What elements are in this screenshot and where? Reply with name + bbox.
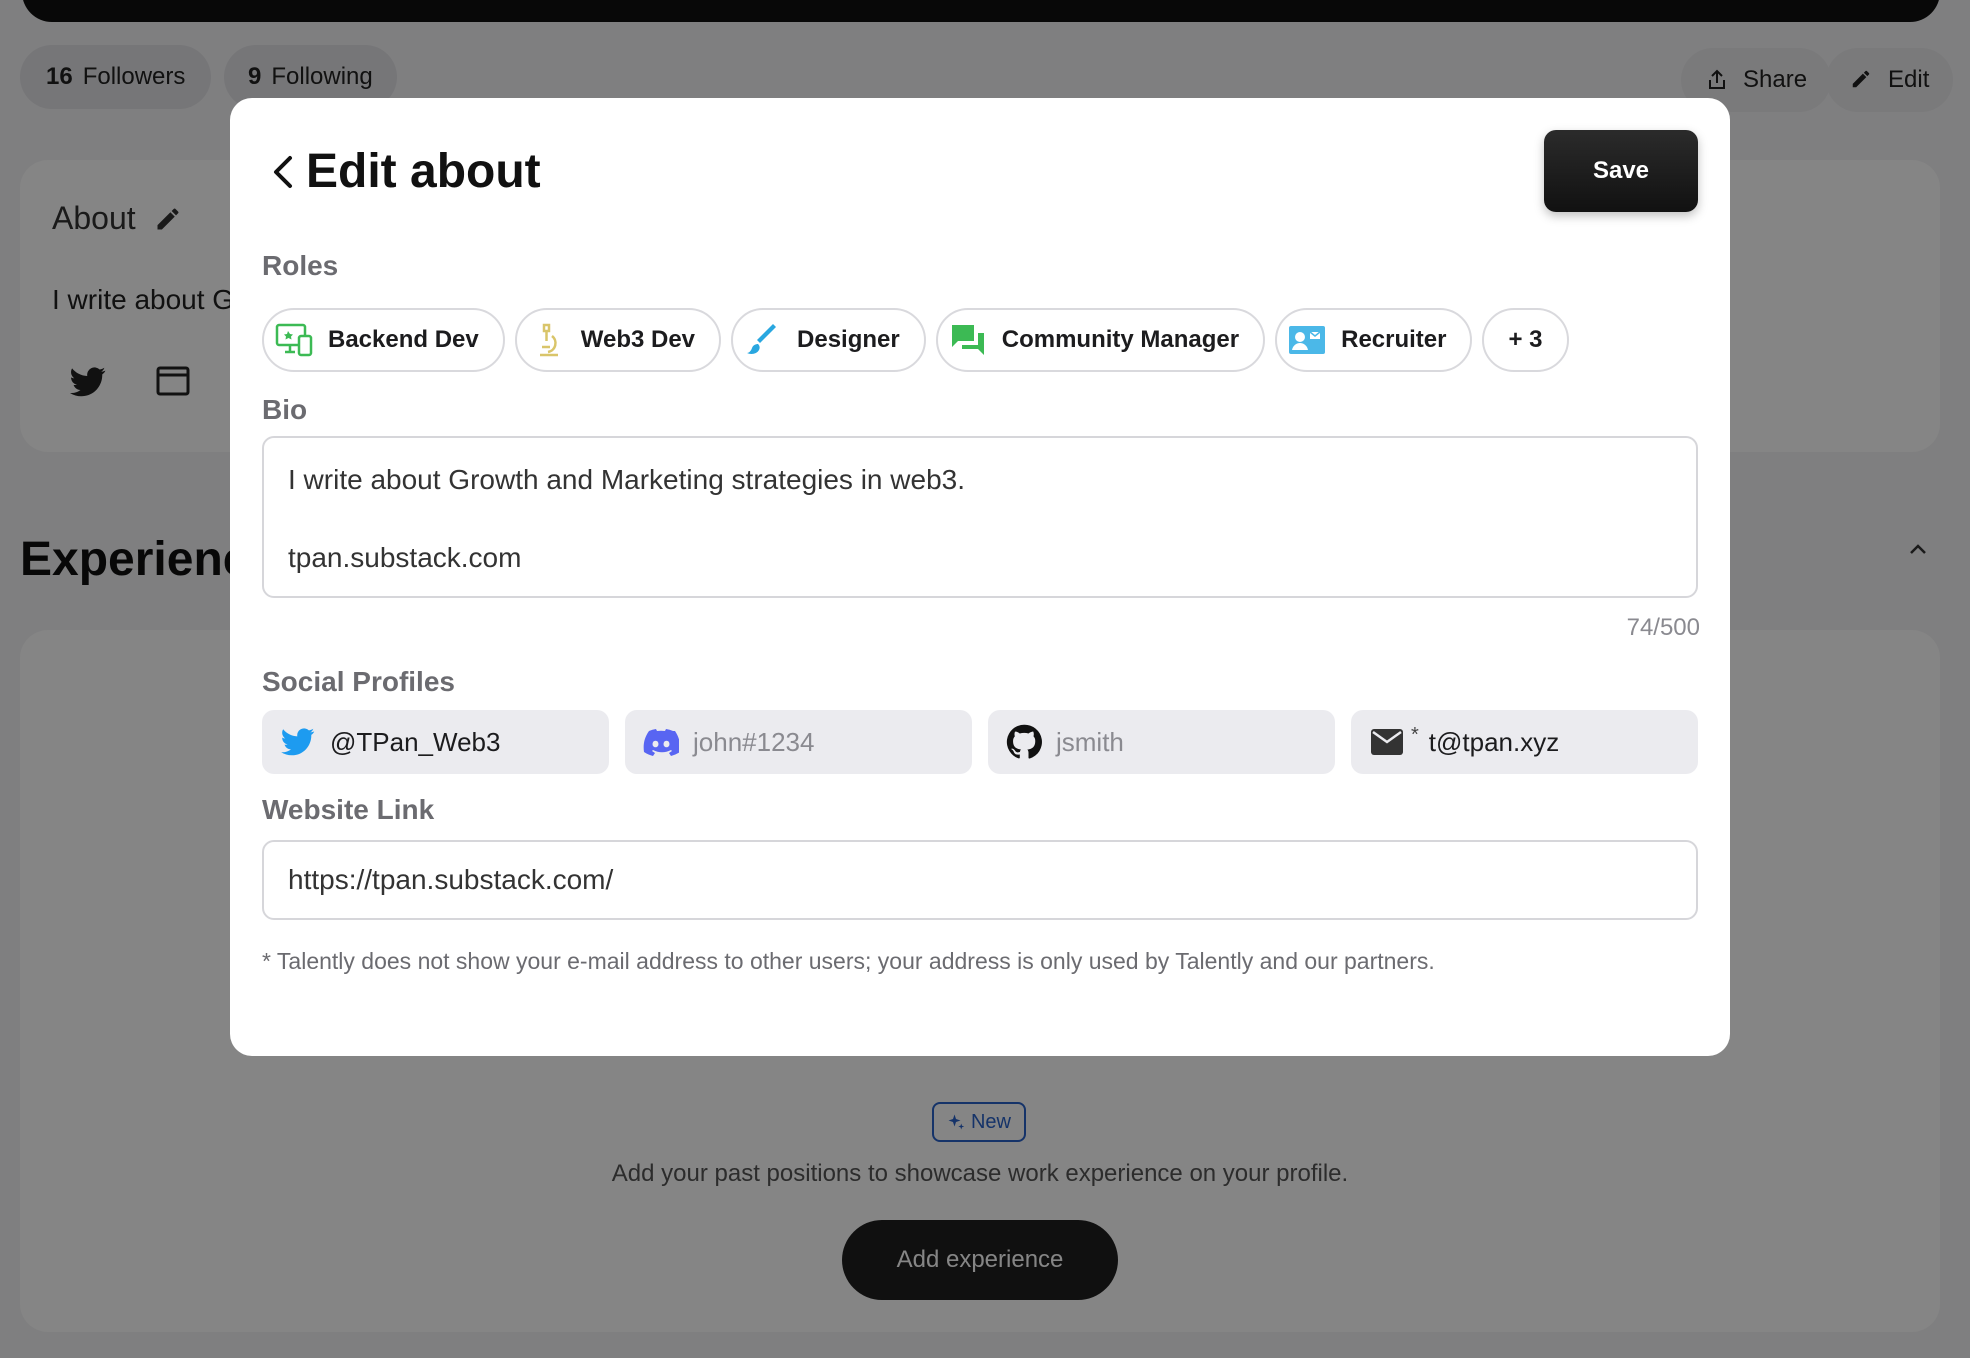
website-link-value: https://tpan.substack.com/ xyxy=(288,864,614,895)
role-label: Recruiter xyxy=(1341,326,1447,353)
modal-header: Edit about xyxy=(268,144,541,199)
bio-line: I write about Growth and Marketing strat… xyxy=(288,464,966,495)
role-chip-designer[interactable]: Designer xyxy=(731,308,926,372)
roles-label: Roles xyxy=(262,250,339,281)
social-profiles-inputs: @TPan_Web3 john#1234 jsmith * t@tpan.xyz xyxy=(262,710,1698,774)
role-chip-recruiter[interactable]: Recruiter xyxy=(1275,308,1473,372)
discord-placeholder: john#1234 xyxy=(693,726,815,757)
role-label: Backend Dev xyxy=(328,326,479,353)
github-input[interactable]: jsmith xyxy=(988,710,1335,774)
twitter-input[interactable]: @TPan_Web3 xyxy=(262,710,609,774)
bio-textarea[interactable]: I write about Growth and Marketing strat… xyxy=(262,436,1698,598)
email-value: t@tpan.xyz xyxy=(1428,726,1560,757)
monitor-devices-icon xyxy=(274,320,314,360)
bio-label: Bio xyxy=(262,394,308,425)
role-chip-web3-dev[interactable]: Web3 Dev xyxy=(514,308,722,372)
email-privacy-footnote: * Talently does not show your e-mail add… xyxy=(262,948,1435,974)
roles-more-button[interactable]: + 3 xyxy=(1482,308,1569,372)
contact-card-icon xyxy=(1287,320,1327,360)
role-chip-backend-dev[interactable]: Backend Dev xyxy=(262,308,505,372)
discord-input[interactable]: john#1234 xyxy=(625,710,972,774)
edit-about-modal: Edit about Save Roles Backend Dev Web3 D… xyxy=(230,98,1730,1056)
website-link-input[interactable]: https://tpan.substack.com/ xyxy=(262,840,1698,920)
website-link-label: Website Link xyxy=(262,794,435,825)
email-input[interactable]: * t@tpan.xyz xyxy=(1351,710,1698,774)
mail-icon xyxy=(1369,724,1405,760)
modal-title: Edit about xyxy=(306,145,541,198)
bio-line: tpan.substack.com xyxy=(288,542,522,573)
role-chip-community-manager[interactable]: Community Manager xyxy=(935,308,1266,372)
bio-blank-line xyxy=(288,500,1672,538)
role-label: Web3 Dev xyxy=(580,326,696,353)
chat-bubbles-icon xyxy=(948,320,988,360)
discord-icon xyxy=(643,724,679,760)
role-label: Designer xyxy=(797,326,900,353)
email-private-asterisk: * xyxy=(1411,723,1419,746)
twitter-icon xyxy=(280,724,316,760)
roles-list: Backend Dev Web3 Dev Designer Community … xyxy=(262,308,1569,372)
github-icon xyxy=(1006,724,1042,760)
brush-icon xyxy=(743,320,783,360)
social-profiles-label: Social Profiles xyxy=(262,666,455,697)
back-chevron-icon[interactable] xyxy=(268,152,298,192)
bio-character-counter: 74/500 xyxy=(1626,614,1700,641)
save-button[interactable]: Save xyxy=(1544,130,1698,212)
role-label: Community Manager xyxy=(1001,326,1240,353)
twitter-value: @TPan_Web3 xyxy=(330,726,501,757)
microscope-icon xyxy=(527,320,567,360)
github-placeholder: jsmith xyxy=(1056,726,1124,757)
